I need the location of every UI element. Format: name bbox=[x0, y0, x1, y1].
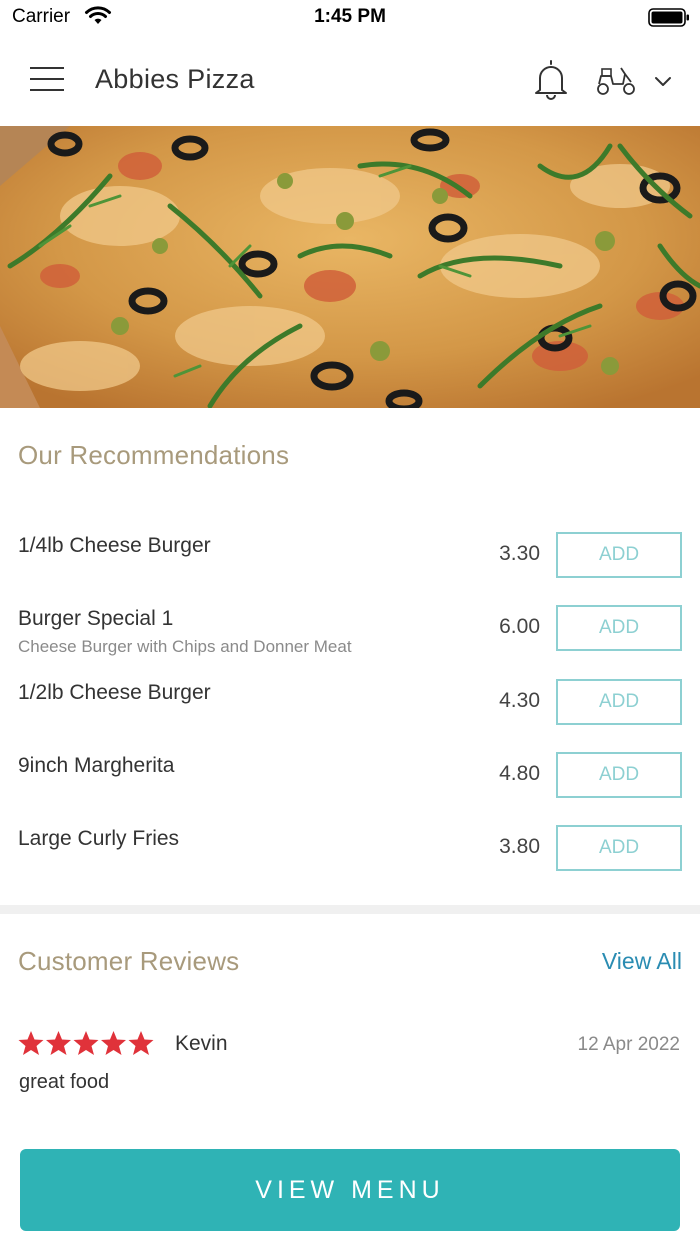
list-item: Large Curly Fries 3.80 ADD bbox=[0, 825, 700, 885]
reviews-heading: Customer Reviews bbox=[18, 946, 240, 976]
item-name: 1/4lb Cheese Burger bbox=[18, 534, 211, 557]
section-divider bbox=[0, 905, 700, 914]
item-price: 4.30 bbox=[499, 689, 540, 712]
list-item: 1/2lb Cheese Burger 4.30 ADD bbox=[0, 679, 700, 739]
item-price: 4.80 bbox=[499, 762, 540, 785]
pizza-illustration bbox=[0, 126, 700, 408]
hamburger-menu-icon[interactable] bbox=[30, 66, 64, 92]
add-button[interactable]: ADD bbox=[556, 532, 682, 578]
item-price: 3.30 bbox=[499, 542, 540, 565]
review-text: great food bbox=[19, 1071, 110, 1093]
bell-icon[interactable] bbox=[532, 58, 570, 100]
restaurant-title: Abbies Pizza bbox=[95, 64, 255, 94]
add-button[interactable]: ADD bbox=[556, 605, 682, 651]
review-date: 12 Apr 2022 bbox=[577, 1034, 680, 1055]
battery-icon bbox=[648, 8, 689, 27]
item-name: 1/2lb Cheese Burger bbox=[18, 681, 211, 704]
item-description: Cheese Burger with Chips and Donner Meat bbox=[18, 637, 352, 656]
list-item: Burger Special 1 Cheese Burger with Chip… bbox=[0, 605, 700, 665]
review-author: Kevin bbox=[175, 1032, 228, 1055]
hero-pizza-image bbox=[0, 126, 700, 408]
item-price: 6.00 bbox=[499, 615, 540, 638]
item-name: Burger Special 1 bbox=[18, 607, 174, 630]
item-name: Large Curly Fries bbox=[18, 827, 180, 850]
clock-time: 1:45 PM bbox=[314, 6, 386, 27]
add-button[interactable]: ADD bbox=[556, 752, 682, 798]
view-all-reviews-link[interactable]: View All bbox=[602, 948, 682, 975]
app-header: Abbies Pizza bbox=[0, 34, 700, 126]
list-item: 1/4lb Cheese Burger 3.30 ADD bbox=[0, 532, 700, 592]
add-button[interactable]: ADD bbox=[556, 679, 682, 725]
review-item: Kevin 12 Apr 2022 great food bbox=[0, 1026, 700, 1106]
add-button[interactable]: ADD bbox=[556, 825, 682, 871]
scooter-icon[interactable] bbox=[595, 64, 637, 96]
star-rating-icon bbox=[18, 1031, 154, 1055]
view-menu-button[interactable]: VIEW MENU bbox=[20, 1149, 680, 1231]
recommendations-heading: Our Recommendations bbox=[18, 440, 290, 470]
item-price: 3.80 bbox=[499, 835, 540, 858]
list-item: 9inch Margherita 4.80 ADD bbox=[0, 752, 700, 812]
status-bar: Carrier 1:45 PM bbox=[0, 0, 700, 34]
item-name: 9inch Margherita bbox=[18, 754, 175, 777]
chevron-down-icon[interactable] bbox=[653, 74, 673, 88]
